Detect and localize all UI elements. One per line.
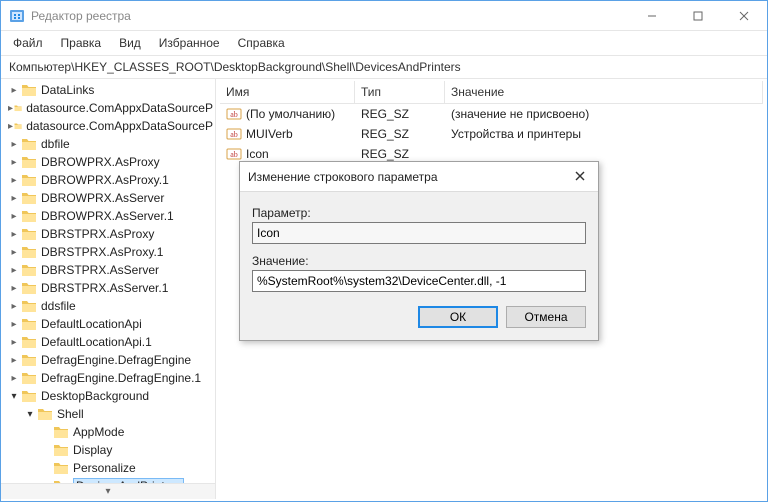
- tree-item[interactable]: Shell: [7, 405, 213, 423]
- param-label: Параметр:: [252, 206, 586, 220]
- menu-view[interactable]: Вид: [111, 33, 149, 53]
- tree-label: DBRSTPRX.AsProxy.1: [41, 245, 163, 259]
- window-controls: [629, 1, 767, 30]
- menu-edit[interactable]: Правка: [53, 33, 110, 53]
- list-row[interactable]: ab MUIVerb REG_SZУстройства и принтеры: [220, 124, 763, 144]
- tree-item[interactable]: AppMode: [7, 423, 213, 441]
- tree-label: datasource.ComAppxDataSourceP: [26, 101, 213, 115]
- tree-item[interactable]: DBRSTPRX.AsServer: [7, 261, 213, 279]
- tree-label: DBROWPRX.AsServer.1: [41, 209, 174, 223]
- menubar: Файл Правка Вид Избранное Справка: [1, 31, 767, 56]
- cancel-button[interactable]: Отмена: [506, 306, 586, 328]
- value-name: MUIVerb: [246, 127, 293, 141]
- dialog-titlebar: Изменение строкового параметра: [240, 162, 598, 192]
- tree-label: DefaultLocationApi: [41, 317, 142, 331]
- tree-label: DataLinks: [41, 83, 94, 97]
- tree-item[interactable]: DefaultLocationApi.1: [7, 333, 213, 351]
- list-header: Имя Тип Значение: [220, 81, 763, 104]
- menu-file[interactable]: Файл: [5, 33, 51, 53]
- tree-label: DBROWPRX.AsProxy.1: [41, 173, 169, 187]
- tree-item[interactable]: DesktopBackground: [7, 387, 213, 405]
- tree-item[interactable]: DefaultLocationApi: [7, 315, 213, 333]
- tree-label: DefragEngine.DefragEngine.1: [41, 371, 201, 385]
- tree-item[interactable]: DefragEngine.DefragEngine: [7, 351, 213, 369]
- tree-label: DBRSTPRX.AsServer.1: [41, 281, 168, 295]
- value-type: REG_SZ: [355, 125, 445, 143]
- app-icon: [9, 8, 25, 24]
- value-data: (значение не присвоено): [445, 105, 763, 123]
- tree-item[interactable]: dbfile: [7, 135, 213, 153]
- svg-text:ab: ab: [230, 130, 238, 139]
- titlebar: Редактор реестра: [1, 1, 767, 31]
- value-data: [445, 152, 763, 156]
- value-type: REG_SZ: [355, 105, 445, 123]
- tree-item[interactable]: DBRSTPRX.AsProxy: [7, 225, 213, 243]
- tree-label: DBRSTPRX.AsServer: [41, 263, 159, 277]
- tree-label: DefaultLocationApi.1: [41, 335, 152, 349]
- tree-item[interactable]: ddsfile: [7, 297, 213, 315]
- svg-text:ab: ab: [230, 110, 238, 119]
- value-data: Устройства и принтеры: [445, 125, 763, 143]
- ok-button[interactable]: ОК: [418, 306, 498, 328]
- tree-item[interactable]: DBROWPRX.AsProxy: [7, 153, 213, 171]
- tree-label: ddsfile: [41, 299, 76, 313]
- dialog-title: Изменение строкового параметра: [248, 170, 438, 184]
- dialog-buttons: ОК Отмена: [252, 306, 586, 328]
- tree-panel: DataLinks datasource.ComAppxDataSourceP da…: [1, 79, 216, 499]
- window-title: Редактор реестра: [31, 9, 629, 23]
- tree-item[interactable]: DBRSTPRX.AsProxy.1: [7, 243, 213, 261]
- tree-item[interactable]: DBROWPRX.AsServer: [7, 189, 213, 207]
- minimize-button[interactable]: [629, 1, 675, 30]
- tree-item[interactable]: datasource.ComAppxDataSourceP: [7, 99, 213, 117]
- tree-label: datasource.ComAppxDataSourceP: [26, 119, 213, 133]
- tree-item[interactable]: DataLinks: [7, 81, 213, 99]
- tree-scroll-down[interactable]: ▾: [1, 483, 215, 499]
- value-label: Значение:: [252, 254, 586, 268]
- tree-item[interactable]: DefragEngine.DefragEngine.1: [7, 369, 213, 387]
- dialog-close-button[interactable]: [570, 170, 590, 184]
- maximize-button[interactable]: [675, 1, 721, 30]
- menu-help[interactable]: Справка: [230, 33, 293, 53]
- tree-label: dbfile: [41, 137, 70, 151]
- svg-text:ab: ab: [230, 150, 238, 159]
- list-row[interactable]: ab (По умолчанию) REG_SZ(значение не присв…: [220, 104, 763, 124]
- close-icon: [575, 171, 585, 181]
- menu-favorites[interactable]: Избранное: [151, 33, 228, 53]
- tree-item[interactable]: Personalize: [7, 459, 213, 477]
- tree-label: DefragEngine.DefragEngine: [41, 353, 191, 367]
- value-name: Icon: [246, 147, 269, 161]
- tree-label: DBROWPRX.AsProxy: [41, 155, 160, 169]
- col-header-type[interactable]: Тип: [355, 81, 445, 103]
- close-button[interactable]: [721, 1, 767, 30]
- col-header-name[interactable]: Имя: [220, 81, 355, 103]
- value-input[interactable]: [252, 270, 586, 292]
- tree-label: DesktopBackground: [41, 389, 149, 403]
- tree-item[interactable]: Display: [7, 441, 213, 459]
- regedit-window: Редактор реестра Файл Правка Вид Избранн…: [0, 0, 768, 502]
- tree-item[interactable]: DBROWPRX.AsProxy.1: [7, 171, 213, 189]
- param-input[interactable]: [252, 222, 586, 244]
- tree-label: DBRSTPRX.AsProxy: [41, 227, 154, 241]
- dialog-body: Параметр: Значение: ОК Отмена: [240, 192, 598, 340]
- tree-item[interactable]: datasource.ComAppxDataSourceP: [7, 117, 213, 135]
- tree-item[interactable]: DBRSTPRX.AsServer.1: [7, 279, 213, 297]
- edit-string-dialog: Изменение строкового параметра Параметр:…: [239, 161, 599, 341]
- col-header-value[interactable]: Значение: [445, 81, 763, 103]
- tree-item[interactable]: DBROWPRX.AsServer.1: [7, 207, 213, 225]
- address-bar[interactable]: Компьютер\HKEY_CLASSES_ROOT\DesktopBackg…: [1, 56, 767, 79]
- value-name: (По умолчанию): [246, 107, 335, 121]
- tree-label: DBROWPRX.AsServer: [41, 191, 164, 205]
